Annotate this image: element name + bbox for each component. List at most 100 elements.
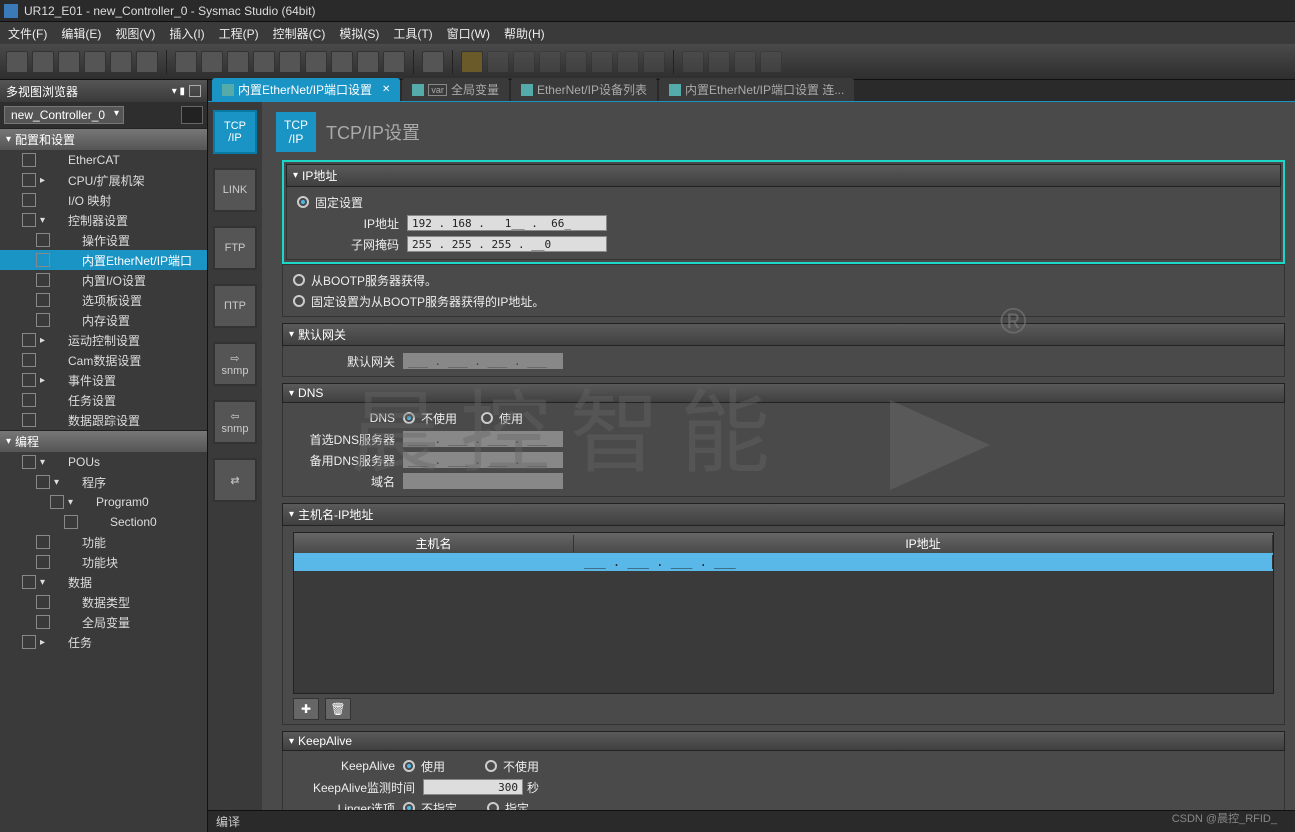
radio-dns-on[interactable] bbox=[481, 412, 493, 424]
tree-item[interactable]: ▾程序 bbox=[0, 472, 207, 492]
zoom-fit-icon[interactable] bbox=[682, 51, 704, 73]
tree-item[interactable]: 内存设置 bbox=[0, 310, 207, 330]
tool3-icon[interactable] bbox=[305, 51, 327, 73]
tree-item[interactable]: 内置EtherNet/IP端口 bbox=[0, 250, 207, 270]
dim6-icon[interactable] bbox=[617, 51, 639, 73]
paste-icon[interactable] bbox=[58, 51, 80, 73]
domain-input[interactable] bbox=[403, 473, 563, 489]
tool6-icon[interactable] bbox=[383, 51, 405, 73]
redo-icon[interactable] bbox=[136, 51, 158, 73]
dim2-icon[interactable] bbox=[513, 51, 535, 73]
grid-icon[interactable] bbox=[201, 51, 223, 73]
tree-group-config[interactable]: ▾配置和设置 bbox=[0, 128, 207, 150]
tree-item[interactable]: I/O 映射 bbox=[0, 190, 207, 210]
tree-item[interactable]: 内置I/O设置 bbox=[0, 270, 207, 290]
tree-item[interactable]: 功能块 bbox=[0, 552, 207, 572]
close-icon[interactable]: ✕ bbox=[382, 84, 390, 95]
tree-item[interactable]: ▾Program0 bbox=[0, 492, 207, 512]
menu-edit[interactable]: 编辑(E) bbox=[61, 25, 101, 42]
ip-input[interactable] bbox=[407, 215, 607, 231]
add-button[interactable]: ✚ bbox=[293, 698, 319, 720]
menu-insert[interactable]: 插入(I) bbox=[169, 25, 204, 42]
menu-help[interactable]: 帮助(H) bbox=[504, 25, 545, 42]
delete-button[interactable]: 🗑 bbox=[325, 698, 351, 720]
chip-icon[interactable] bbox=[181, 106, 203, 124]
dim7-icon[interactable] bbox=[643, 51, 665, 73]
radio-ka-off[interactable] bbox=[485, 760, 497, 772]
dns-pri-input[interactable] bbox=[403, 431, 563, 447]
undo-icon[interactable] bbox=[110, 51, 132, 73]
zoom-out-icon[interactable] bbox=[734, 51, 756, 73]
menu-tools[interactable]: 工具(T) bbox=[393, 25, 432, 42]
sidetab-cip[interactable]: ⇄ bbox=[213, 458, 257, 502]
dim5-icon[interactable] bbox=[591, 51, 613, 73]
tree-group-program[interactable]: ▾编程 bbox=[0, 430, 207, 452]
tree-item[interactable]: ▸运动控制设置 bbox=[0, 330, 207, 350]
zoom-in-icon[interactable] bbox=[708, 51, 730, 73]
delete-icon[interactable] bbox=[84, 51, 106, 73]
radio-dns-off[interactable] bbox=[403, 412, 415, 424]
tree-item[interactable]: ▾POUs bbox=[0, 452, 207, 472]
tab[interactable]: 内置EtherNet/IP端口设置 连... bbox=[659, 78, 854, 101]
radio-ka-on[interactable] bbox=[403, 760, 415, 772]
tool2-icon[interactable] bbox=[279, 51, 301, 73]
menu-controller[interactable]: 控制器(C) bbox=[273, 25, 326, 42]
tree-item[interactable]: ▾数据 bbox=[0, 572, 207, 592]
radio-fixed[interactable] bbox=[297, 196, 309, 208]
dim1-icon[interactable] bbox=[487, 51, 509, 73]
radio-linger-off[interactable] bbox=[403, 802, 415, 810]
ka-time-input[interactable] bbox=[423, 779, 523, 795]
mask-input[interactable] bbox=[407, 236, 607, 252]
tree-item[interactable]: 功能 bbox=[0, 532, 207, 552]
tree-item[interactable]: EtherCAT bbox=[0, 150, 207, 170]
sidetab-ntp[interactable]: ΠTP bbox=[213, 284, 257, 328]
tree-item[interactable]: ▸事件设置 bbox=[0, 370, 207, 390]
pin-icon[interactable] bbox=[189, 85, 201, 97]
sidetab-ftp[interactable]: FTP bbox=[213, 226, 257, 270]
tool4-icon[interactable] bbox=[331, 51, 353, 73]
tree-item[interactable]: 全局变量 bbox=[0, 612, 207, 632]
copy-icon[interactable] bbox=[32, 51, 54, 73]
tab[interactable]: var全局变量 bbox=[402, 78, 509, 101]
tree-item[interactable]: ▸CPU/扩展机架 bbox=[0, 170, 207, 190]
sidetab-snmp-trap[interactable]: ⇦ snmp bbox=[213, 400, 257, 444]
dns-header[interactable]: ▾DNS bbox=[282, 383, 1285, 403]
menu-view[interactable]: 视图(V) bbox=[115, 25, 155, 42]
tab[interactable]: EtherNet/IP设备列表 bbox=[511, 78, 657, 101]
radio-linger-on[interactable] bbox=[487, 802, 499, 810]
sidetab-snmp[interactable]: ⇨ snmp bbox=[213, 342, 257, 386]
dim4-icon[interactable] bbox=[565, 51, 587, 73]
tree-item[interactable]: ▸任务 bbox=[0, 632, 207, 652]
tree-item[interactable]: ▾控制器设置 bbox=[0, 210, 207, 230]
tree-item[interactable]: 选项板设置 bbox=[0, 290, 207, 310]
dropdown-icon[interactable]: ▾ ▮ bbox=[172, 86, 185, 97]
tool-icon[interactable] bbox=[253, 51, 275, 73]
dim3-icon[interactable] bbox=[539, 51, 561, 73]
sidetab-link[interactable]: LINK bbox=[213, 168, 257, 212]
menu-simulate[interactable]: 模拟(S) bbox=[339, 25, 379, 42]
tree-item[interactable]: 数据类型 bbox=[0, 592, 207, 612]
warn-icon[interactable] bbox=[461, 51, 483, 73]
menu-project[interactable]: 工程(P) bbox=[219, 25, 259, 42]
host-row[interactable]: ___ . ___ . ___ . ___ bbox=[294, 553, 1273, 571]
sidetab-tcpip[interactable]: TCP /IP bbox=[213, 110, 257, 154]
zoom-reset-icon[interactable] bbox=[760, 51, 782, 73]
tab[interactable]: 内置EtherNet/IP端口设置✕ bbox=[212, 78, 400, 101]
host-header[interactable]: ▾主机名-IP地址 bbox=[282, 503, 1285, 526]
tree-item[interactable]: Section0 bbox=[0, 512, 207, 532]
radio-bootp2[interactable] bbox=[293, 295, 305, 307]
view3d-icon[interactable] bbox=[175, 51, 197, 73]
menu-file[interactable]: 文件(F) bbox=[8, 25, 47, 42]
tree-item[interactable]: 数据跟踪设置 bbox=[0, 410, 207, 430]
select-icon[interactable] bbox=[227, 51, 249, 73]
controller-select[interactable]: new_Controller_0 bbox=[4, 106, 124, 124]
cut-icon[interactable] bbox=[6, 51, 28, 73]
radio-bootp1[interactable] bbox=[293, 274, 305, 286]
tree-item[interactable]: Cam数据设置 bbox=[0, 350, 207, 370]
menu-window[interactable]: 窗口(W) bbox=[447, 25, 490, 42]
tool5-icon[interactable] bbox=[357, 51, 379, 73]
run-icon[interactable] bbox=[422, 51, 444, 73]
tree-item[interactable]: 任务设置 bbox=[0, 390, 207, 410]
keepalive-header[interactable]: ▾KeepAlive bbox=[282, 731, 1285, 751]
host-cell-ip[interactable]: ___ . ___ . ___ . ___ bbox=[574, 555, 1273, 569]
